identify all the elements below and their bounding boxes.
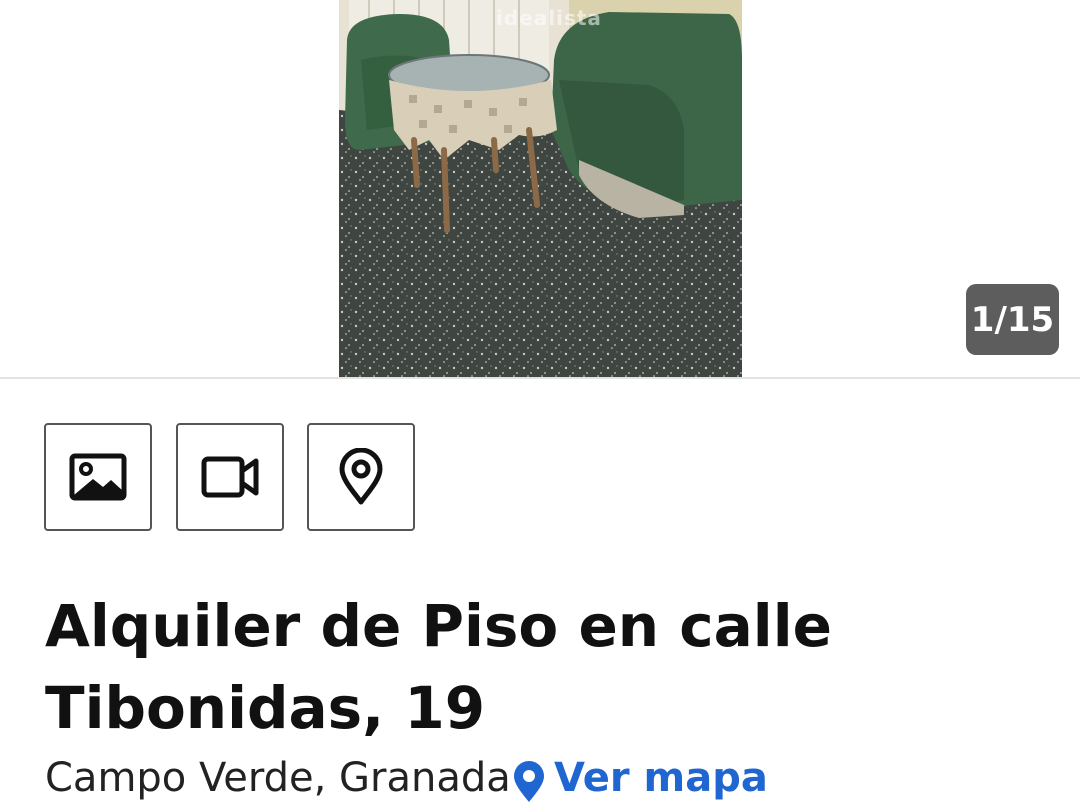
map-button[interactable] (307, 423, 415, 531)
listing-location: Campo Verde, Granada (45, 755, 511, 801)
view-map-label: Ver mapa (554, 755, 768, 801)
listing-photo[interactable] (339, 0, 742, 377)
video-camera-icon (201, 456, 259, 498)
photo-gallery[interactable]: idealista 1/15 (0, 0, 1080, 377)
image-icon (69, 453, 127, 501)
location-pin-icon (514, 761, 544, 802)
video-button[interactable] (176, 423, 284, 531)
divider (0, 377, 1080, 379)
photos-button[interactable] (44, 423, 152, 531)
photo-counter: 1/15 (966, 284, 1059, 355)
view-map-link[interactable]: Ver mapa (512, 752, 768, 804)
map-pin-icon (339, 448, 383, 505)
photo-watermark: idealista (496, 6, 602, 30)
living-room-photo (339, 0, 742, 377)
listing-title: Alquiler de Piso en calle Tibonidas, 19 (45, 592, 832, 742)
